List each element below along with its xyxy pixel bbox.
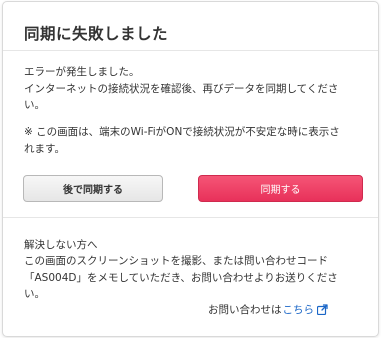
error-message-line: インターネットの接続状況を確認後、再びデータを同期してくださ [24,82,339,95]
error-message-line: エラーが発生しました。 [24,66,140,78]
sync-later-button[interactable]: 後で同期する [23,175,163,202]
contact-row: お問い合わせは こちら [208,302,328,317]
help-text: この画面のスクリーンショットを撮影、または問い合わせコード 「AS004D」をメ… [24,253,374,303]
contact-prefix: お問い合わせは [208,304,282,316]
help-line: この画面のスクリーンショットを撮影、または問い合わせコード [24,255,328,267]
help-title: 解決しない方へ [24,239,98,251]
sync-error-dialog: 同期に失敗しました エラーが発生しました。 インターネットの接続状況を確認後、再… [2,1,379,337]
note-line: れます。 [24,142,65,155]
help-line: 「AS004D」をメモしていただき、お問い合わせよりお送りくださ [24,271,338,284]
sync-now-button[interactable]: 同期する [198,175,363,202]
error-message-line: い。 [24,99,45,111]
section-divider [3,217,378,218]
note-line: ※ この画面は、端末のWi-FiがONで接続状況が不安定な時に表示さ [24,126,340,138]
error-message: エラーが発生しました。 インターネットの接続状況を確認後、再びデータを同期してく… [24,64,374,114]
title-divider [3,50,378,51]
contact-link[interactable]: こちら [283,302,315,317]
dialog-title: 同期に失敗しました [24,25,169,43]
help-line: い。 [24,288,45,300]
note-text: ※ この画面は、端末のWi-FiがONで接続状況が不安定な時に表示さ れます。 [24,124,374,157]
external-link-icon[interactable] [316,304,328,316]
